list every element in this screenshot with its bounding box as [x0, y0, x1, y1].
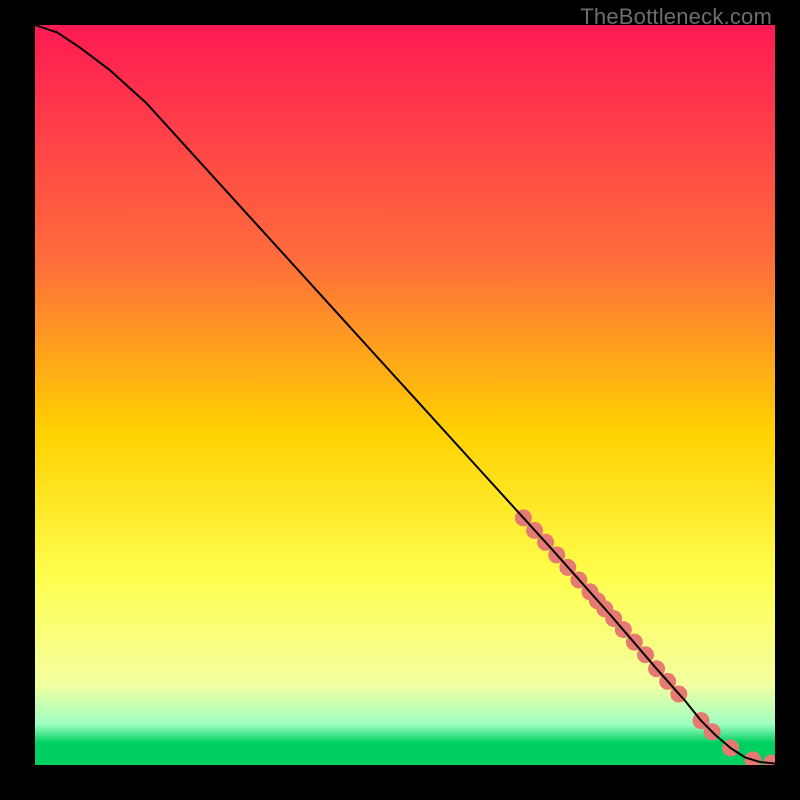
curve-layer: [35, 25, 775, 765]
plot-area: [35, 25, 775, 765]
watermark-label: TheBottleneck.com: [580, 4, 772, 30]
chart-stage: TheBottleneck.com: [0, 0, 800, 800]
sample-dots: [515, 509, 775, 765]
main-curve: [35, 25, 775, 764]
